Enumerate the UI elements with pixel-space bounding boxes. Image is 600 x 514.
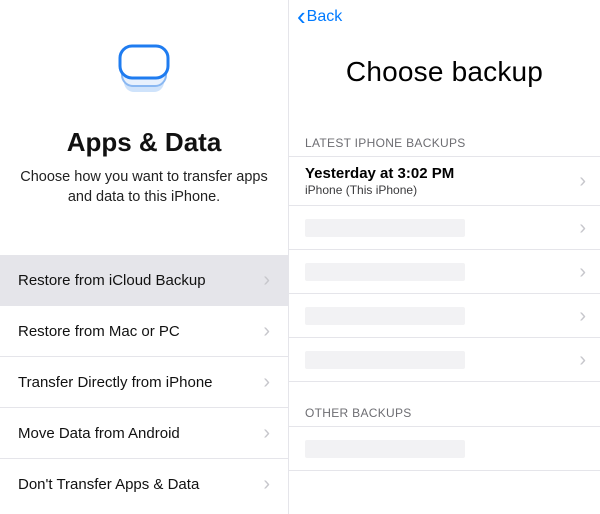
other-backups-list bbox=[289, 426, 600, 471]
option-label: Move Data from Android bbox=[18, 425, 180, 442]
option-label: Don't Transfer Apps & Data bbox=[18, 476, 199, 493]
backup-row[interactable]: › bbox=[289, 250, 600, 294]
placeholder-icon bbox=[305, 219, 465, 237]
choose-backup-pane: ‹ Back Choose backup LATEST IPHONE BACKU… bbox=[289, 0, 600, 514]
page-subtitle: Choose how you want to transfer apps and… bbox=[0, 168, 288, 207]
backup-row[interactable]: Yesterday at 3:02 PM iPhone (This iPhone… bbox=[289, 157, 600, 206]
chevron-right-icon: › bbox=[579, 218, 586, 238]
backup-row[interactable]: › bbox=[289, 294, 600, 338]
page-title: Apps & Data bbox=[67, 127, 222, 158]
nav-bar: ‹ Back bbox=[289, 0, 600, 34]
latest-backups-list: Yesterday at 3:02 PM iPhone (This iPhone… bbox=[289, 156, 600, 382]
apps-and-data-pane: Apps & Data Choose how you want to trans… bbox=[0, 0, 289, 514]
backup-device: iPhone (This iPhone) bbox=[305, 183, 579, 197]
option-dont-transfer[interactable]: Don't Transfer Apps & Data › bbox=[0, 459, 288, 509]
backup-row[interactable]: › bbox=[289, 338, 600, 382]
option-label: Restore from Mac or PC bbox=[18, 323, 180, 340]
page-title: Choose backup bbox=[289, 56, 600, 88]
placeholder-icon bbox=[305, 440, 465, 458]
backup-row[interactable]: › bbox=[289, 206, 600, 250]
chevron-right-icon: › bbox=[263, 270, 270, 290]
chevron-right-icon: › bbox=[263, 423, 270, 443]
option-move-android[interactable]: Move Data from Android › bbox=[0, 408, 288, 459]
option-label: Restore from iCloud Backup bbox=[18, 272, 206, 289]
back-button[interactable]: ‹ Back bbox=[297, 6, 342, 29]
option-label: Transfer Directly from iPhone bbox=[18, 374, 213, 391]
chevron-right-icon: › bbox=[263, 474, 270, 494]
backup-row[interactable] bbox=[289, 427, 600, 471]
option-restore-icloud[interactable]: Restore from iCloud Backup › bbox=[0, 255, 288, 306]
section-header-latest: LATEST IPHONE BACKUPS bbox=[289, 136, 600, 156]
placeholder-icon bbox=[305, 351, 465, 369]
chevron-left-icon: ‹ bbox=[297, 3, 306, 29]
chevron-right-icon: › bbox=[579, 350, 586, 370]
transfer-options-list: Restore from iCloud Backup › Restore fro… bbox=[0, 255, 288, 509]
chevron-right-icon: › bbox=[263, 321, 270, 341]
backup-time: Yesterday at 3:02 PM bbox=[305, 165, 579, 182]
apps-data-icon bbox=[109, 34, 179, 109]
option-transfer-iphone[interactable]: Transfer Directly from iPhone › bbox=[0, 357, 288, 408]
back-label: Back bbox=[307, 8, 343, 26]
placeholder-icon bbox=[305, 263, 465, 281]
chevron-right-icon: › bbox=[579, 306, 586, 326]
placeholder-icon bbox=[305, 307, 465, 325]
chevron-right-icon: › bbox=[263, 372, 270, 392]
section-header-other: OTHER BACKUPS bbox=[289, 406, 600, 426]
option-restore-mac-pc[interactable]: Restore from Mac or PC › bbox=[0, 306, 288, 357]
chevron-right-icon: › bbox=[579, 262, 586, 282]
chevron-right-icon: › bbox=[579, 171, 586, 191]
